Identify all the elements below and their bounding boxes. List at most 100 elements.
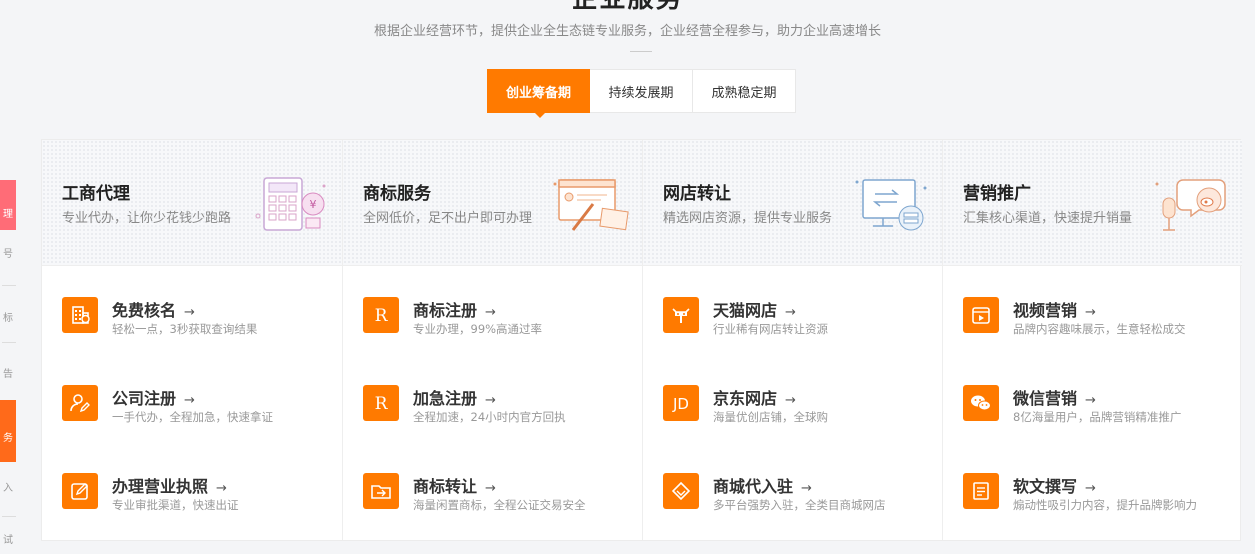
- service-desc: 一手代办，全程加急，快速拿证: [112, 410, 273, 424]
- service-desc: 全程加速，24小时内官方回执: [413, 410, 566, 424]
- arrow-right-icon: →: [1085, 393, 1096, 408]
- registered-r-icon: R: [363, 297, 399, 333]
- service-item-business-license[interactable]: 办理营业执照 → 专业审批渠道，快速出证: [62, 473, 332, 523]
- service-item-mall-entry[interactable]: 商城代入驻 → 多平台强势入驻，全类目商城网店: [663, 473, 933, 523]
- service-item-trademark-registration[interactable]: R 商标注册 → 专业办理，99%高通过率: [363, 297, 633, 347]
- service-name: 微信营销 →: [1013, 389, 1096, 408]
- service-name: 商城代入驻 →: [713, 477, 812, 496]
- service-desc: 煽动性吸引力内容，提升品牌影响力: [1013, 498, 1197, 512]
- service-desc: 多平台强势入驻，全类目商城网店: [713, 498, 886, 512]
- rail-item[interactable]: 标: [0, 310, 16, 328]
- column-business-agency: 工商代理 专业代办，让你少花钱少跑路 ¥ 免费核名 → 轻松一点，3秒获取查询结…: [42, 140, 342, 540]
- svg-text:¥: ¥: [310, 198, 317, 211]
- rail-item[interactable]: 告: [0, 366, 16, 384]
- section-subtitle: 根据企业经营环节，提供企业全生态链专业服务，企业经营全程参与，助力企业高速增长: [373, 24, 881, 39]
- registered-r-icon: R: [363, 385, 399, 421]
- service-name: 商标注册 →: [413, 301, 496, 320]
- arrow-right-icon: →: [184, 393, 195, 408]
- video-icon: [963, 297, 999, 333]
- transfer-folder-icon: [363, 473, 399, 509]
- service-item-video-marketing[interactable]: 视频营销 → 品牌内容趣味展示，生意轻松成交: [963, 297, 1233, 347]
- service-item-wechat-marketing[interactable]: 微信营销 → 8亿海量用户，品牌营销精准推广: [963, 385, 1233, 435]
- arrow-right-icon: →: [485, 305, 496, 320]
- column-marketing: 营销推广 汇集核心渠道，快速提升销量 视频营销 → 品牌内容趣味展示，生意轻松成交: [942, 140, 1242, 540]
- rail-item[interactable]: 试: [0, 532, 16, 550]
- svg-text:R: R: [375, 394, 389, 414]
- left-floating-nav: 理 号 标 告 务 入 试: [0, 180, 16, 554]
- rail-divider: [2, 342, 16, 343]
- tab-mature[interactable]: 成熟稳定期: [693, 69, 796, 113]
- column-header: 商标服务 全网低价，足不出户即可办理: [343, 140, 642, 266]
- jd-icon: JD: [663, 385, 699, 421]
- column-header: 营销推广 汇集核心渠道，快速提升销量: [943, 140, 1242, 266]
- rail-item[interactable]: 入: [0, 480, 16, 498]
- rail-divider: [2, 516, 16, 517]
- service-desc: 海量闲置商标，全程公证交易安全: [413, 498, 586, 512]
- diamond-icon: [663, 473, 699, 509]
- service-item-trademark-transfer[interactable]: 商标转让 → 海量闲置商标，全程公证交易安全: [363, 473, 633, 523]
- service-desc: 行业稀有网店转让资源: [713, 322, 828, 336]
- svg-text:JD: JD: [672, 395, 689, 413]
- service-name: 京东网店 →: [713, 389, 796, 408]
- column-title: 工商代理: [62, 184, 130, 204]
- column-header: 工商代理 专业代办，让你少花钱少跑路 ¥: [42, 140, 342, 266]
- wechat-icon: [963, 385, 999, 421]
- service-item-copywriting[interactable]: 软文撰写 → 煽动性吸引力内容，提升品牌影响力: [963, 473, 1233, 523]
- service-name: 公司注册 →: [112, 389, 195, 408]
- column-title: 商标服务: [363, 184, 431, 204]
- tab-startup[interactable]: 创业筹备期: [487, 69, 590, 118]
- service-item-company-registration[interactable]: 公司注册 → 一手代办，全程加急，快速拿证: [62, 385, 332, 435]
- svg-text:R: R: [375, 306, 389, 326]
- arrow-right-icon: →: [1085, 481, 1096, 496]
- column-desc: 精选网店资源，提供专业服务: [663, 211, 833, 226]
- service-name: 免费核名 →: [112, 301, 195, 320]
- stage-tabs: 创业筹备期 持续发展期 成熟稳定期: [487, 69, 796, 118]
- column-title: 网店转让: [663, 184, 731, 204]
- browser-pen-illustration: [553, 179, 629, 231]
- service-item-name-check[interactable]: 免费核名 → 轻松一点，3秒获取查询结果: [62, 297, 332, 347]
- service-desc: 海量优创店铺，全球购: [713, 410, 828, 424]
- calculator-illustration: ¥: [255, 177, 326, 231]
- document-icon: [963, 473, 999, 509]
- arrow-right-icon: →: [485, 481, 496, 496]
- column-header: 网店转让 精选网店资源，提供专业服务: [643, 140, 942, 266]
- service-item-jd-shop[interactable]: JD 京东网店 → 海量优创店铺，全球购: [663, 385, 933, 435]
- mic-weibo-illustration: [1155, 179, 1226, 231]
- column-desc: 汇集核心渠道，快速提升销量: [963, 211, 1133, 226]
- arrow-right-icon: →: [216, 481, 227, 496]
- service-desc: 专业办理，99%高通过率: [413, 322, 543, 336]
- arrow-right-icon: →: [485, 393, 496, 408]
- service-desc: 专业审批渠道，快速出证: [112, 498, 239, 512]
- arrow-right-icon: →: [785, 305, 796, 320]
- service-desc: 8亿海量用户，品牌营销精准推广: [1013, 410, 1182, 424]
- column-desc: 全网低价，足不出户即可办理: [363, 211, 533, 226]
- rail-item-highlight[interactable]: 务: [0, 400, 16, 462]
- service-item-express-registration[interactable]: R 加急注册 → 全程加速，24小时内官方回执: [363, 385, 633, 435]
- service-name: 天猫网店 →: [713, 301, 796, 320]
- service-name: 软文撰写 →: [1013, 477, 1096, 496]
- building-icon: [62, 297, 98, 333]
- tab-growth[interactable]: 持续发展期: [590, 69, 693, 113]
- arrow-right-icon: →: [184, 305, 195, 320]
- rail-divider: [2, 285, 16, 286]
- service-name: 加急注册 →: [413, 389, 496, 408]
- column-shop-transfer: 网店转让 精选网店资源，提供专业服务 天猫网店→ 行业稀有网店转让资源 JD: [642, 140, 942, 540]
- service-desc: 品牌内容趣味展示，生意轻松成交: [1013, 322, 1186, 336]
- column-trademark-services: 商标服务 全网低价，足不出户即可办理 R 商标注册→ 专业办理，99%高通过率: [342, 140, 642, 540]
- service-name: 视频营销 →: [1013, 301, 1096, 320]
- column-title: 营销推广: [963, 184, 1031, 204]
- transfer-screen-illustration: [855, 179, 927, 231]
- arrow-right-icon: →: [1085, 305, 1096, 320]
- service-item-tmall-shop[interactable]: 天猫网店 → 行业稀有网店转让资源: [663, 297, 933, 347]
- arrow-right-icon: →: [785, 393, 796, 408]
- service-name: 商标转让 →: [413, 477, 496, 496]
- arrow-right-icon: →: [801, 481, 812, 496]
- person-edit-icon: [62, 385, 98, 421]
- services-panel: 工商代理 专业代办，让你少花钱少跑路 ¥ 免费核名 → 轻松一点，3秒获取查询结…: [41, 139, 1242, 541]
- rail-item[interactable]: 号: [0, 246, 16, 264]
- title-divider: [630, 51, 652, 52]
- column-desc: 专业代办，让你少花钱少跑路: [62, 211, 232, 226]
- rail-item-active[interactable]: 理: [0, 180, 16, 230]
- license-edit-icon: [62, 473, 98, 509]
- section-title: 企业服务: [0, 0, 1255, 15]
